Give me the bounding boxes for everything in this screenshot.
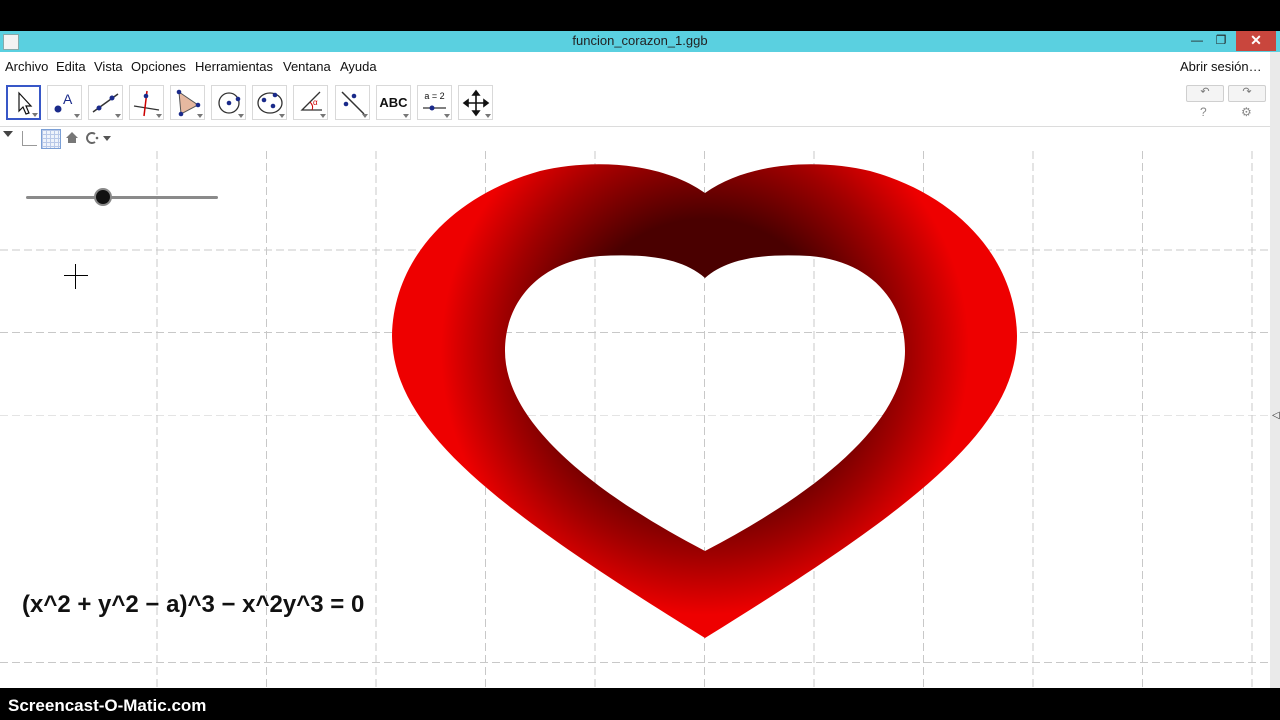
redo-button[interactable]: ↷ — [1228, 85, 1266, 102]
slider-knob[interactable] — [95, 190, 110, 204]
polygon-tool-button[interactable] — [170, 85, 205, 120]
svg-text:α: α — [313, 98, 318, 107]
move-view-tool-button[interactable] — [458, 85, 493, 120]
angle-tool-button[interactable]: α — [293, 85, 328, 120]
restore-button[interactable]: ❐ — [1208, 31, 1234, 51]
move-tool-button[interactable] — [6, 85, 41, 120]
crosshair-cursor-icon-horizontal — [64, 275, 88, 276]
conic-tool-button[interactable] — [252, 85, 287, 120]
slider-track[interactable] — [26, 196, 218, 199]
perpendicular-tool-button[interactable] — [129, 85, 164, 120]
minimize-button[interactable]: — — [1184, 31, 1210, 51]
graphics-view[interactable]: (x^2 + y^2 − a)^3 − x^2y^3 = 0 — [0, 151, 1270, 688]
crosshair-cursor-icon — [75, 264, 76, 289]
login-link[interactable]: Abrir sesión… — [1180, 59, 1262, 74]
window-title: funcion_corazon_1.ggb — [572, 33, 708, 48]
slider-tool-button[interactable]: a = 2 — [417, 85, 452, 120]
style-bar — [0, 127, 1270, 152]
reflect-tool-button[interactable] — [335, 85, 370, 120]
undo-button[interactable]: ↶ — [1186, 85, 1224, 102]
grid-toggle-icon[interactable] — [41, 129, 61, 149]
menu-bar — [0, 52, 1270, 80]
axes-toggle-icon[interactable] — [22, 131, 37, 146]
help-icon[interactable]: ? — [1200, 105, 1207, 119]
right-panel-strip — [1270, 52, 1280, 688]
line-tool-button[interactable] — [88, 85, 123, 120]
menu-vista[interactable]: Vista — [94, 59, 123, 74]
equation-text[interactable]: (x^2 + y^2 − a)^3 − x^2y^3 = 0 — [22, 591, 364, 619]
home-icon[interactable] — [65, 131, 79, 144]
heart-ring — [392, 164, 1017, 638]
menu-ventana[interactable]: Ventana — [283, 59, 331, 74]
menu-opciones[interactable]: Opciones — [131, 59, 186, 74]
close-button[interactable]: ✕ — [1236, 31, 1276, 51]
style-bar-toggle-icon[interactable] — [3, 131, 13, 137]
settings-icon[interactable]: ⚙ — [1241, 105, 1252, 119]
circle-tool-button[interactable] — [211, 85, 246, 120]
menu-ayuda[interactable]: Ayuda — [340, 59, 377, 74]
watermark-text: Screencast-O-Matic.com — [8, 696, 207, 715]
point-tool-button[interactable]: A — [47, 85, 82, 120]
point-capture-icon[interactable] — [85, 131, 113, 145]
expand-panel-icon[interactable]: ◁ — [1272, 410, 1280, 421]
text-tool-button[interactable]: ABC — [376, 85, 411, 120]
text-tool-label: ABC — [379, 95, 408, 110]
svg-text:A: A — [63, 91, 73, 107]
menu-herramientas[interactable]: Herramientas — [195, 59, 273, 74]
screen-top-bar — [0, 0, 1280, 31]
menu-archivo[interactable]: Archivo — [5, 59, 48, 74]
menu-edita[interactable]: Edita — [56, 59, 86, 74]
